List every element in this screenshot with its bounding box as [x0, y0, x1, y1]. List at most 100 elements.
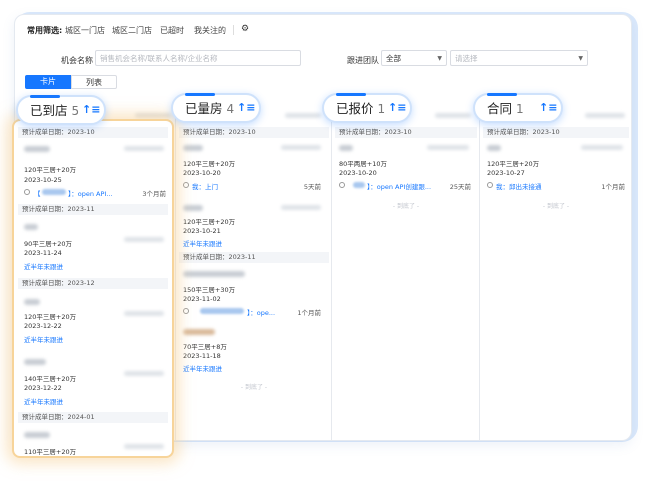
sort-ascending-icon[interactable]: ↑≡ — [82, 102, 100, 118]
card-followup[interactable]: 】：ope... — [247, 307, 275, 317]
card-followup[interactable]: 近半年未跟进 — [24, 334, 63, 344]
quick-filter-overdue[interactable]: 已超时 — [160, 25, 184, 36]
card-spec: 120平三居+20万 — [183, 218, 236, 226]
column-title: 合同 — [487, 101, 513, 116]
sort-ascending-icon[interactable]: ↑≡ — [237, 100, 255, 116]
follow-icon — [183, 308, 189, 314]
quick-filter-label: 常用筛选: — [27, 26, 63, 35]
redacted-text — [124, 311, 164, 316]
redacted-text — [124, 237, 164, 242]
card-date: 2023-10-20 — [183, 169, 221, 177]
redacted-text — [281, 145, 321, 150]
card-spec: 120平三居+20万 — [183, 160, 236, 168]
group-header: 预计成单日期：2023-10 — [335, 127, 477, 138]
column-header-arrived[interactable]: 已到店 5 ↑≡ — [16, 95, 106, 125]
card-date: 2023-10-27 — [487, 169, 525, 177]
column-header-contract[interactable]: 合同 1 ↑≡ — [473, 93, 563, 123]
customer-name — [24, 359, 46, 365]
quick-filter-followed[interactable]: 我关注的 — [194, 25, 226, 36]
card-followup[interactable]: 近半年未跟进 — [24, 261, 63, 271]
redacted-name — [42, 189, 66, 195]
card-followup[interactable]: 近半年未跟进 — [183, 363, 222, 373]
sort-ascending-icon[interactable]: ↑≡ — [388, 100, 406, 116]
card-spec: 80平两居+10万 — [339, 160, 387, 168]
team-member-placeholder: 请选择 — [455, 54, 478, 63]
redacted-text — [124, 146, 164, 151]
customer-name — [24, 432, 50, 438]
card-time: 1个月前 — [297, 309, 321, 317]
card-date: 2023-10-20 — [339, 169, 377, 177]
card-spec: 120平三居+20万 — [487, 160, 540, 168]
divider — [233, 25, 234, 35]
tab-list[interactable]: 列表 — [71, 75, 117, 89]
quick-filter-store1[interactable]: 城区一门店 — [65, 25, 105, 36]
card-spec: 110平三居+20万 — [24, 448, 77, 456]
group-header: 预计成单日期：2024-01 — [18, 412, 168, 423]
column-header-quoted[interactable]: 已报价 1 ↑≡ — [322, 93, 412, 123]
card-date: 2023-11-18 — [183, 352, 221, 360]
group-header: 预计成单日期：2023-10 — [483, 127, 629, 138]
follow-icon — [183, 182, 189, 188]
column-count: 1 — [516, 102, 524, 116]
customer-name — [183, 145, 203, 151]
redacted-text — [435, 113, 471, 118]
card-spec: 140平三居+20万 — [24, 375, 77, 383]
header-accent-bar — [487, 93, 517, 96]
follow-icon — [24, 189, 30, 195]
quick-filter-store2[interactable]: 城区二门店 — [112, 25, 152, 36]
team-member-select[interactable]: 请选择 ▼ — [450, 50, 588, 66]
card-spec: 120平三居+20万 — [24, 313, 77, 321]
redacted-text — [285, 113, 321, 118]
column-count: 4 — [226, 102, 235, 116]
card-followup[interactable]: 我：邱出未接通 — [496, 181, 542, 191]
column-title: 已报价 — [336, 101, 374, 116]
redacted-text — [124, 371, 164, 376]
chevron-down-icon: ▼ — [578, 55, 583, 62]
customer-name — [183, 205, 203, 211]
card-spec: 120平三居+20万 — [24, 166, 77, 174]
kanban-column-contract — [480, 107, 631, 440]
card-followup[interactable]: 我：上门 — [192, 181, 218, 191]
team-select[interactable]: 全部 ▼ — [381, 50, 447, 66]
end-of-list: - 到底了 - — [392, 203, 420, 210]
card-spec: 70平三居+8万 — [183, 343, 227, 351]
redacted-text — [124, 444, 164, 449]
header-accent-bar — [185, 93, 215, 96]
customer-name — [183, 329, 215, 335]
team-label: 跟进团队 — [347, 56, 379, 65]
customer-name — [24, 299, 40, 305]
customer-name — [183, 271, 245, 277]
tab-card[interactable]: 卡片 — [25, 75, 71, 89]
customer-name — [24, 224, 38, 230]
opportunity-search-input[interactable]: 销售机会名称/联系人名称/企业名称 — [95, 50, 301, 66]
follow-icon — [487, 182, 493, 188]
card-date: 2023-11-24 — [24, 249, 62, 257]
group-header: 预计成单日期：2023-10 — [18, 127, 168, 138]
bracket-open: 【 — [34, 190, 41, 198]
card-followup[interactable]: 近半年未跟进 — [183, 238, 222, 248]
group-header: 预计成单日期：2023-11 — [179, 252, 329, 263]
team-select-value: 全部 — [386, 54, 401, 63]
header-accent-bar — [336, 93, 366, 96]
customer-name — [339, 145, 353, 151]
sort-ascending-icon[interactable]: ↑≡ — [539, 100, 557, 116]
redacted-text — [581, 145, 623, 150]
column-count: 1 — [377, 102, 386, 116]
card-followup[interactable]: 】：open API创建跟... — [367, 181, 431, 191]
column-title: 已到店 — [30, 103, 68, 118]
card-followup[interactable]: 】：open API... — [68, 188, 113, 198]
redacted-text — [585, 113, 625, 118]
end-of-list: - 到底了 - — [542, 203, 570, 210]
chevron-down-icon: ▼ — [437, 55, 442, 62]
column-title: 已量房 — [185, 101, 223, 116]
column-header-measured[interactable]: 已量房 4 ↑≡ — [171, 93, 261, 123]
quick-filter-bar: 常用筛选: 城区一门店 城区二门店 已超时 我关注的 ⚙ — [15, 15, 631, 43]
card-date: 2023-11-02 — [183, 295, 221, 303]
card-time: 3个月前 — [142, 190, 166, 198]
group-header: 预计成单日期：2023-12 — [18, 278, 168, 289]
customer-name — [487, 145, 501, 151]
customer-name — [24, 146, 50, 152]
card-followup[interactable]: 近半年未跟进 — [24, 396, 63, 406]
gear-icon[interactable]: ⚙ — [241, 24, 249, 34]
group-header: 预计成单日期：2023-11 — [18, 204, 168, 215]
